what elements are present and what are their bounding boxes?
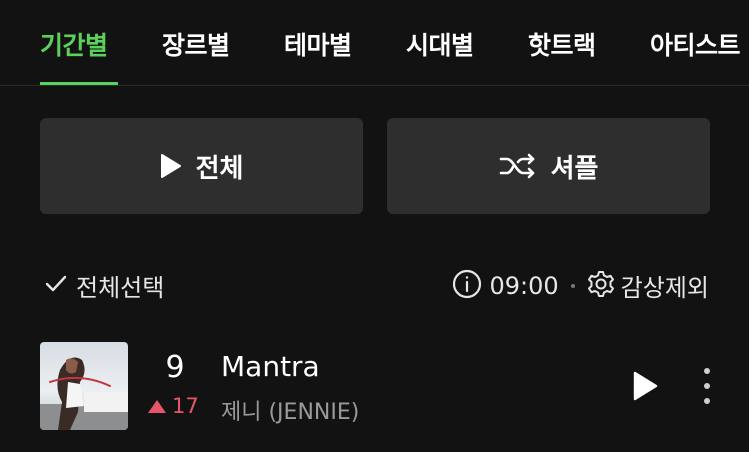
select-all-button[interactable]: 전체선택 — [44, 268, 164, 303]
shuffle-label: 셔플 — [550, 153, 599, 184]
play-all-label: 전체 — [195, 153, 244, 184]
active-tab-indicator — [40, 82, 118, 85]
gear-icon[interactable] — [587, 270, 615, 302]
rank-up-icon — [148, 399, 166, 413]
song-title: Mantra — [221, 350, 320, 383]
shuffle-icon — [499, 153, 537, 179]
album-art — [40, 342, 128, 430]
separator-dot — [570, 283, 575, 288]
rank-change: 17 — [148, 394, 199, 418]
list-toolbar: 전체선택 09:00 감상제외 — [0, 264, 749, 304]
check-icon — [44, 274, 68, 298]
tab-genre[interactable]: 장르별 — [162, 26, 230, 62]
info-icon[interactable] — [452, 269, 482, 303]
tab-era[interactable]: 시대별 — [406, 26, 474, 62]
select-all-label: 전체선택 — [76, 274, 165, 302]
play-all-button[interactable]: 전체 — [40, 118, 363, 214]
tab-artist[interactable]: 아티스트 — [650, 26, 741, 62]
category-tab-bar: 기간별 장르별 테마별 시대별 핫트랙 아티스트 — [0, 0, 749, 86]
more-icon-dot — [704, 383, 710, 389]
more-options-button[interactable] — [700, 368, 714, 404]
tab-theme[interactable]: 테마별 — [284, 26, 352, 62]
right-tools: 09:00 감상제외 — [452, 268, 709, 303]
tab-period[interactable]: 기간별 — [40, 26, 108, 62]
more-icon-dot — [704, 398, 710, 404]
song-artist: 제니 (JENNIE) — [221, 400, 360, 425]
update-time: 09:00 — [489, 271, 559, 300]
tab-hottrack[interactable]: 핫트랙 — [528, 26, 596, 62]
play-icon — [160, 153, 182, 179]
song-row[interactable]: 9 17 Mantra 제니 (JENNIE) — [0, 342, 749, 430]
shuffle-button[interactable]: 셔플 — [387, 118, 710, 214]
more-icon-dot — [704, 368, 710, 374]
exclude-listening-button[interactable]: 감상제외 — [621, 268, 709, 303]
rank-number: 9 — [165, 350, 185, 385]
rank-change-value: 17 — [172, 394, 199, 418]
play-icon — [633, 371, 658, 401]
song-play-button[interactable] — [630, 370, 660, 402]
